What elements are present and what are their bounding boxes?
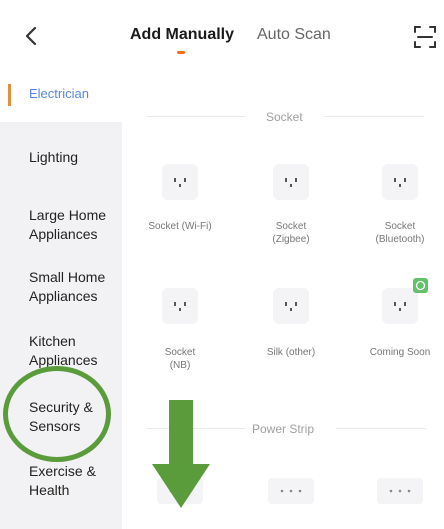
socket-tile: [162, 164, 198, 200]
sidebar-item-label: Small Home Appliances: [29, 269, 106, 304]
new-badge: [413, 278, 428, 293]
scan-icon: [414, 26, 436, 48]
sidebar-item-kitchen-appliances[interactable]: Kitchen Appliances: [0, 332, 122, 370]
sidebar-item-exercise-health[interactable]: Exercise & Health: [0, 462, 122, 500]
socket-icon: [285, 302, 297, 311]
socket-icon: [394, 302, 406, 311]
section-title-power-strip: Power Strip: [252, 422, 315, 436]
sidebar-item-electrician[interactable]: Electrician: [0, 70, 122, 122]
tab-add-manually[interactable]: Add Manually: [130, 26, 234, 44]
socket-tile: [273, 288, 309, 324]
socket-tile: [382, 164, 418, 200]
socket-tile: [382, 288, 418, 324]
sidebar-item-label: Lighting: [29, 149, 79, 165]
device-label: Socket (Zigbee): [272, 221, 310, 245]
sidebar-item-large-home-appliances[interactable]: Large Home Appliances: [0, 206, 122, 244]
device-socket-zigbee[interactable]: Socket (Zigbee): [236, 164, 346, 254]
device-label: Coming Soon: [369, 347, 431, 358]
power-strip-icon: [389, 489, 411, 493]
device-label: Socket (NB): [164, 347, 196, 371]
device-socket-wifi[interactable]: Socket (Wi-Fi): [125, 164, 235, 254]
sidebar-item-small-home-appliances[interactable]: Small Home Appliances: [0, 268, 122, 306]
power-strip-icon: [280, 489, 302, 493]
section-title-socket: Socket: [266, 110, 303, 124]
sidebar-item-lighting[interactable]: Lighting: [0, 148, 122, 167]
plus-circle-icon: [415, 280, 426, 291]
device-power-strip[interactable]: [236, 470, 346, 520]
power-strip-tile: [268, 478, 314, 504]
sidebar-item-label: Kitchen Appliances: [29, 333, 98, 368]
device-power-strip[interactable]: [345, 470, 444, 520]
annotation-arrow-icon: [152, 400, 210, 508]
scan-button[interactable]: [412, 24, 438, 50]
device-label: Socket (Wi-Fi): [148, 221, 212, 232]
socket-tile: [162, 288, 198, 324]
device-socket-bluetooth[interactable]: Socket (Bluetooth): [345, 164, 444, 254]
tab-indicator: [177, 51, 185, 54]
sidebar-item-label: Large Home Appliances: [29, 207, 107, 242]
tab-auto-scan[interactable]: Auto Scan: [257, 26, 331, 44]
socket-icon: [394, 178, 406, 187]
socket-tile: [273, 164, 309, 200]
annotation-circle: [3, 366, 111, 462]
power-strip-tile: [377, 478, 423, 504]
socket-icon: [285, 178, 297, 187]
socket-icon: [174, 302, 186, 311]
device-label: Silk (other): [266, 347, 316, 358]
section-divider: [336, 428, 426, 429]
top-header: Add Manually Auto Scan: [0, 0, 444, 70]
section-divider: [324, 116, 424, 117]
device-silk-other[interactable]: Silk (other): [236, 288, 346, 378]
section-divider: [146, 116, 246, 117]
sidebar-item-label: Exercise & Health: [29, 463, 96, 498]
device-coming-soon[interactable]: Coming Soon: [345, 278, 444, 378]
back-button[interactable]: [20, 22, 44, 50]
device-socket-nb[interactable]: Socket (NB): [125, 288, 235, 378]
socket-icon: [174, 178, 186, 187]
chevron-left-icon: [25, 26, 37, 46]
sidebar-item-label: Electrician: [29, 86, 89, 101]
device-label: Socket (Bluetooth): [375, 221, 425, 245]
active-indicator: [8, 84, 11, 106]
